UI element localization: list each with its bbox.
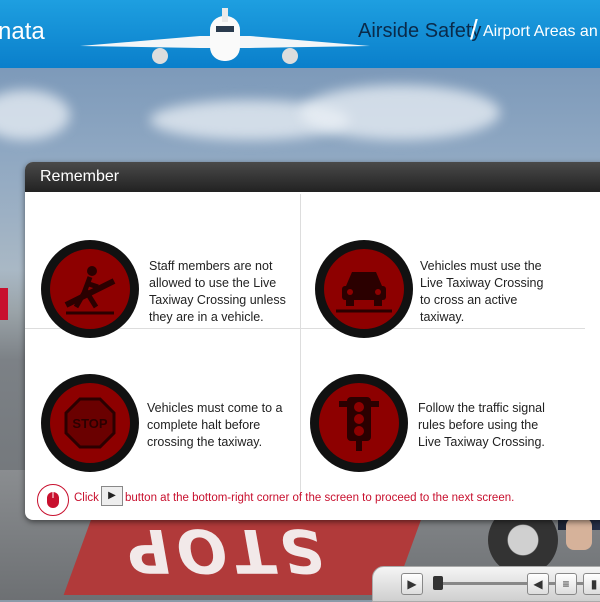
panel-title: Remember	[25, 162, 600, 192]
volume-button[interactable]: ◀	[527, 573, 549, 595]
no-pedestrian-icon	[41, 240, 139, 338]
instruction-text: button at the bottom-right corner of the…	[125, 492, 515, 504]
mouse-icon	[37, 484, 69, 516]
next-button[interactable]: ▶	[401, 573, 423, 595]
stop-sign-label: STOP	[72, 416, 107, 431]
logo: nata	[0, 18, 45, 45]
divider	[300, 194, 301, 494]
transcript-button[interactable]: ≡	[555, 573, 577, 595]
title-separator: /	[470, 14, 478, 45]
playbar: ▶ ◀ ≡ ▮	[372, 566, 600, 602]
progress-thumb[interactable]	[433, 576, 443, 590]
menu-button[interactable]: ▮	[583, 573, 600, 595]
rule-text: Staff members are not allowed to use the…	[149, 259, 286, 324]
play-icon: ▶	[101, 486, 123, 506]
airplane-icon	[80, 8, 370, 64]
side-tab[interactable]	[0, 288, 8, 320]
stop-sign-icon: STOP	[41, 374, 139, 472]
stop-marking-text: STOP	[113, 515, 330, 585]
presenter-hand	[566, 518, 592, 550]
vehicle-icon	[315, 240, 413, 338]
instruction-bar: Click ▶ button at the bottom-right corne…	[37, 484, 597, 516]
cloud	[300, 85, 500, 140]
traffic-light-icon	[310, 374, 408, 472]
section-title: Airport Areas an	[483, 23, 598, 40]
course-title: Airside Safety	[358, 20, 482, 42]
rule-text: Vehicles must use the Live Taxiway Cross…	[420, 259, 544, 324]
header: nata Airside Safety / Airport Areas an	[0, 0, 600, 68]
instruction-click: Click	[74, 492, 99, 504]
remember-panel: Remember Staff members are not allowed t…	[25, 162, 600, 520]
rule-text: Follow the traffic signal rules before u…	[418, 401, 545, 449]
rule-text: Vehicles must come to a complete halt be…	[147, 401, 283, 449]
